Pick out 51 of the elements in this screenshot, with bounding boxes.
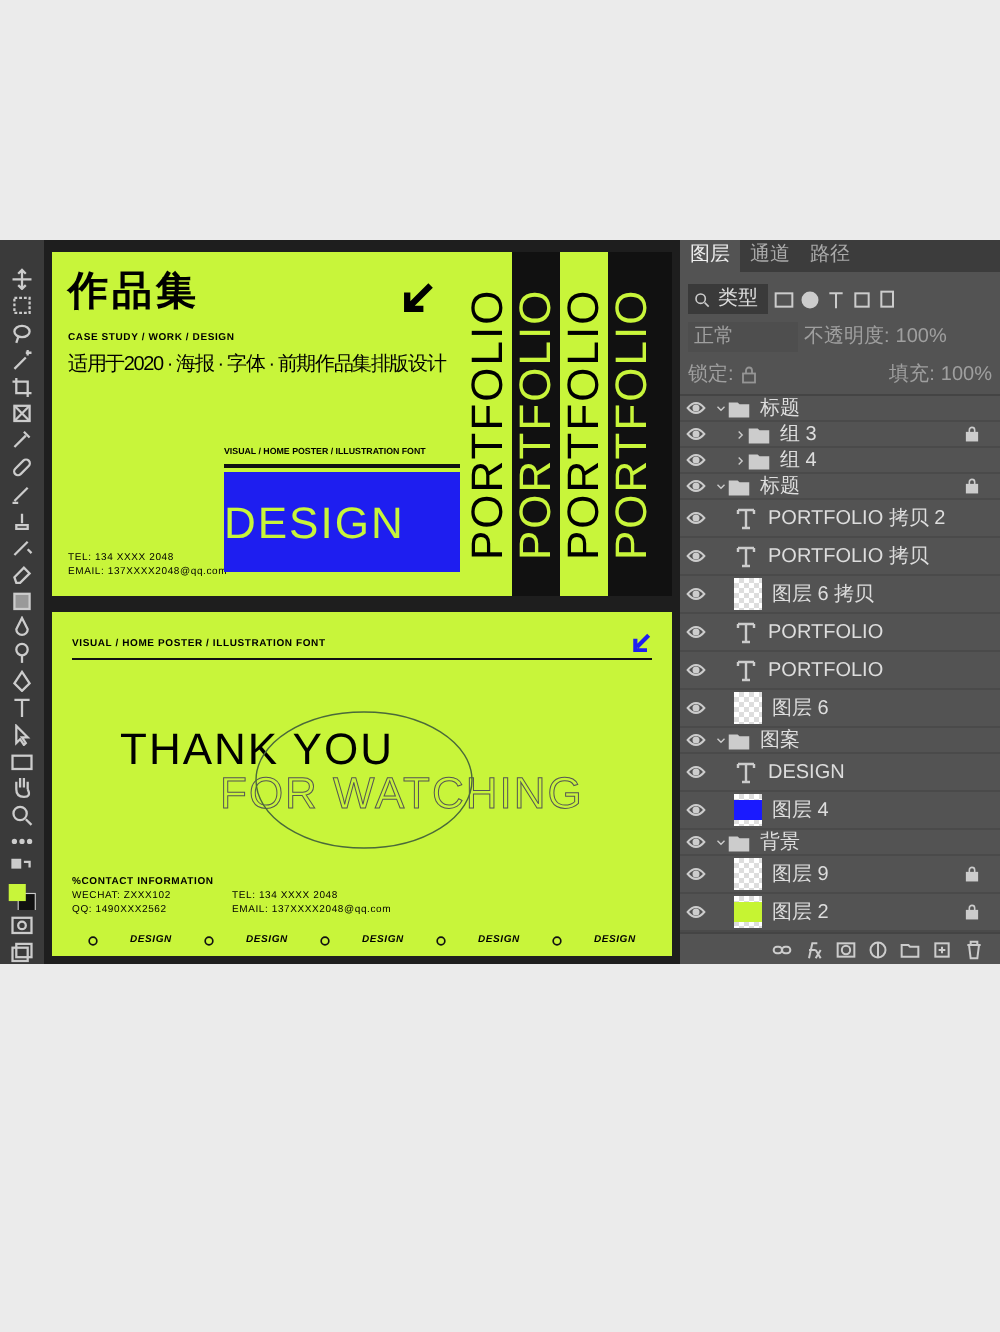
layer-row[interactable]: DESIGN <box>680 754 1000 792</box>
layer-row[interactable]: 图案 <box>680 728 1000 754</box>
layer-row[interactable]: PORTFOLIO <box>680 614 1000 652</box>
layer-name: 背景 <box>760 829 800 857</box>
filter-dropdown[interactable]: 类型 <box>688 284 768 314</box>
layer-name: DESIGN <box>768 759 845 787</box>
layer-name: 图层 4 <box>772 797 829 825</box>
opacity-label: 不透明度: <box>804 323 890 352</box>
layer-row[interactable]: 组 4 <box>680 448 1000 474</box>
layer-row[interactable]: 图层 6 拷贝 <box>680 576 1000 614</box>
layer-row[interactable]: 组 3 <box>680 422 1000 448</box>
lock-label: 锁定: <box>688 361 734 390</box>
artboard-description: 适用于2020 · 海报 · 字体 · 前期作品集排版设计 <box>68 354 446 378</box>
layer-name: PORTFOLIO 拷贝 <box>768 543 929 571</box>
portfolio-text: PORTFOLIO <box>608 252 656 596</box>
opacity-field[interactable]: 100% <box>895 322 947 352</box>
layer-name: 标题 <box>760 395 800 423</box>
layer-name: 标题 <box>760 473 800 501</box>
fill-field[interactable]: 100% <box>940 360 992 390</box>
portfolio-text: PORTFOLIO <box>560 286 608 564</box>
panel-tab[interactable]: 通道 <box>740 240 800 272</box>
layer-name: 图案 <box>760 727 800 755</box>
filter-value: 类型 <box>718 285 758 314</box>
layer-name: 组 4 <box>780 447 817 475</box>
layer-name: 组 3 <box>780 421 817 449</box>
layer-row[interactable]: 背景 <box>680 830 1000 856</box>
artboard-title: 作品集 <box>68 272 200 312</box>
blend-mode-dropdown[interactable]: 正常 <box>688 322 798 352</box>
layer-name: 图层 2 <box>772 899 829 927</box>
layer-name: 图层 6 <box>772 695 829 723</box>
layer-name: 图层 9 <box>772 861 829 889</box>
layer-row[interactable]: 图层 4 <box>680 792 1000 830</box>
layer-row[interactable]: 图层 9 <box>680 856 1000 894</box>
headline-text: THANK YOU <box>120 728 396 772</box>
layer-name: PORTFOLIO 拷贝 2 <box>768 505 946 533</box>
layer-row[interactable]: 图层 6 <box>680 690 1000 728</box>
layer-name: PORTFOLIO <box>768 657 884 685</box>
layer-row[interactable]: PORTFOLIO <box>680 652 1000 690</box>
layer-row[interactable]: 标题 <box>680 474 1000 500</box>
layer-name: 图层 6 拷贝 <box>772 581 875 609</box>
portfolio-text: PORTFOLIO <box>512 252 560 596</box>
portfolio-text: PORTFOLIO <box>464 286 512 564</box>
layer-row[interactable]: 图层 2 <box>680 894 1000 932</box>
layer-name: PORTFOLIO <box>768 619 884 647</box>
fill-label: 填充: <box>889 361 935 390</box>
layer-row[interactable]: PORTFOLIO 拷贝 <box>680 538 1000 576</box>
panel-tab[interactable]: 图层 <box>680 240 740 272</box>
panel-tab[interactable]: 路径 <box>800 240 860 272</box>
layer-row[interactable]: PORTFOLIO 拷贝 2 <box>680 500 1000 538</box>
layer-row[interactable]: 标题 <box>680 396 1000 422</box>
design-banner: DESIGN <box>224 472 460 572</box>
